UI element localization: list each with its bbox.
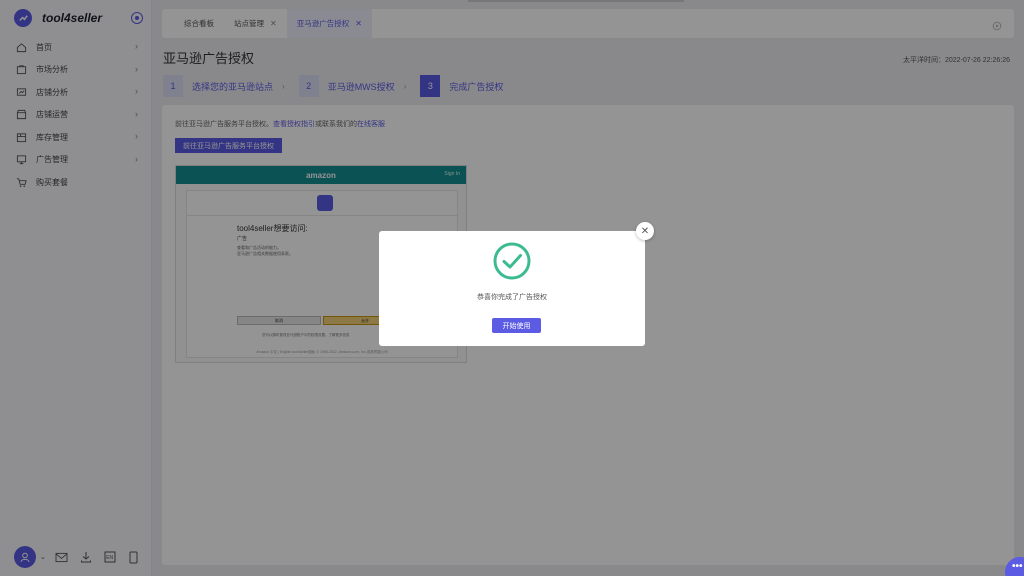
success-dialog: 恭喜你完成了广告授权 开始使用 xyxy=(379,231,645,346)
start-using-button[interactable]: 开始使用 xyxy=(492,318,541,333)
success-check-icon xyxy=(493,242,531,280)
success-message: 恭喜你完成了广告授权 xyxy=(477,294,547,301)
close-icon[interactable]: ✕ xyxy=(636,222,654,240)
scrollbar-sliver xyxy=(468,0,684,2)
